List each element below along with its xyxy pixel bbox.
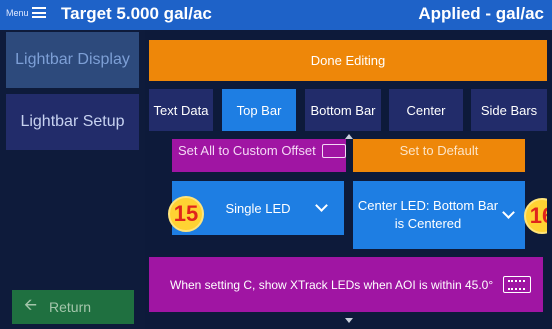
settings-scroll-area[interactable]: Set All to Custom Offset Set to Default …	[149, 139, 547, 317]
tab-side-bars[interactable]: Side Bars	[471, 89, 547, 131]
menu-button[interactable]: Menu	[6, 7, 46, 18]
menu-label: Menu	[6, 7, 29, 18]
sidebar-item-lightbar-setup[interactable]: Lightbar Setup	[6, 94, 139, 150]
set-default-button[interactable]: Set to Default	[353, 139, 525, 172]
hamburger-icon	[31, 7, 46, 18]
custom-offset-label: Set All to Custom Offset	[178, 143, 316, 158]
tab-center[interactable]: Center	[389, 89, 463, 131]
applied-rate: Applied - gal/ac	[418, 4, 544, 23]
scroll-down-icon[interactable]	[345, 318, 353, 323]
center-led-value: Center LED: Bottom Bar is Centered	[357, 198, 499, 231]
tab-bottom-bar[interactable]: Bottom Bar	[305, 89, 381, 131]
sidebar-item-label: Lightbar Display	[15, 51, 130, 68]
top-bar: Menu Target 5.000 gal/ac Applied - gal/a…	[0, 0, 552, 30]
led-mode-value: Single LED	[225, 200, 291, 216]
chevron-down-icon	[315, 199, 328, 212]
xtrack-aoi-label: When setting C, show XTrack LEDs when AO…	[170, 277, 494, 292]
done-editing-button[interactable]: Done Editing	[149, 40, 547, 81]
arrow-left-icon: 🡨	[24, 296, 37, 314]
tab-top-bar[interactable]: Top Bar	[222, 89, 296, 131]
keyboard-icon	[321, 143, 346, 158]
keyboard-icon	[503, 276, 531, 293]
return-button[interactable]: 🡨 Return	[12, 290, 134, 324]
callout-badge-16: 16	[524, 198, 547, 234]
return-label: Return	[49, 299, 92, 315]
tab-text-data[interactable]: Text Data	[149, 89, 213, 131]
sidebar-item-label: Lightbar Setup	[20, 113, 125, 130]
target-rate: Target 5.000 gal/ac	[61, 4, 212, 23]
sidebar: Lightbar Display Lightbar Setup 🡨 Return	[0, 30, 145, 329]
center-led-dropdown[interactable]: Center LED: Bottom Bar is Centered	[353, 181, 525, 249]
xtrack-aoi-setting[interactable]: When setting C, show XTrack LEDs when AO…	[149, 257, 543, 312]
chevron-down-icon	[502, 206, 515, 219]
sidebar-item-lightbar-display[interactable]: Lightbar Display	[6, 32, 139, 88]
custom-offset-button[interactable]: Set All to Custom Offset	[172, 139, 346, 172]
callout-badge-15: 15	[168, 196, 204, 232]
